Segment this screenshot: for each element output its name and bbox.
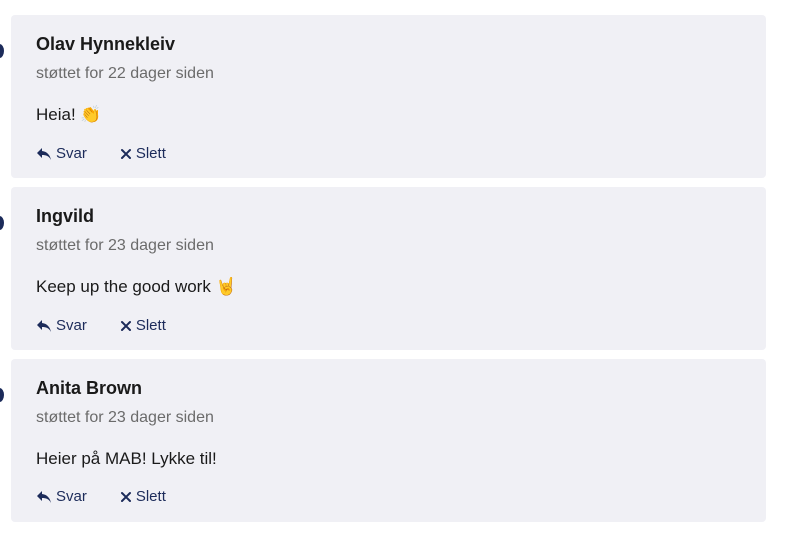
comment-message: Heia! — [36, 105, 76, 124]
reply-button[interactable]: Svar — [36, 144, 87, 164]
comment-author: Olav Hynnekleiv — [36, 34, 176, 54]
comment-text: Heia! 👏 — [36, 104, 741, 126]
comment-author: Anita Brown — [36, 378, 142, 398]
reply-button[interactable]: Svar — [36, 487, 87, 507]
delete-label: Slett — [135, 317, 166, 334]
delete-label: Slett — [135, 488, 166, 505]
reply-arrow-icon — [37, 491, 51, 503]
delete-label: Slett — [135, 145, 166, 162]
close-x-icon — [120, 149, 131, 159]
close-x-icon — [120, 321, 131, 331]
reply-label: Svar — [56, 488, 87, 505]
delete-button[interactable]: Slett — [120, 316, 166, 336]
delete-button[interactable]: Slett — [120, 144, 166, 164]
reply-label: Svar — [56, 317, 87, 334]
timeline-dot — [0, 388, 4, 402]
comment-time: støttet for 23 dager siden — [36, 409, 214, 426]
comments-list: Olav Hynnekleiv støttet for 22 dager sid… — [0, 0, 791, 539]
comment-message: Heier på MAB! Lykke til! — [36, 449, 217, 468]
comment-text: Keep up the good work 🤘 — [36, 276, 741, 298]
reply-button[interactable]: Svar — [36, 316, 87, 336]
delete-button[interactable]: Slett — [120, 487, 166, 507]
comment-message: Keep up the good work — [36, 277, 211, 296]
reply-arrow-icon — [37, 320, 51, 332]
comment-time: støttet for 23 dager siden — [36, 237, 214, 254]
comment-card: Ingvild støttet for 23 dager siden Keep … — [11, 187, 766, 350]
comment-card: Anita Brown støttet for 23 dager siden H… — [11, 359, 766, 522]
comment-author: Ingvild — [36, 206, 94, 226]
comment-time: støttet for 22 dager siden — [36, 65, 214, 82]
comment-actions: Svar Slett — [36, 316, 741, 336]
reply-label: Svar — [56, 145, 87, 162]
rock-on-hand-emoji: 🤘 — [215, 277, 237, 297]
timeline-dot — [0, 216, 4, 230]
timeline-dot — [0, 44, 4, 58]
comment-actions: Svar Slett — [36, 144, 741, 164]
comment-actions: Svar Slett — [36, 487, 741, 507]
comment-text: Heier på MAB! Lykke til! — [36, 448, 741, 469]
close-x-icon — [120, 492, 131, 502]
comment-card: Olav Hynnekleiv støttet for 22 dager sid… — [11, 15, 766, 178]
reply-arrow-icon — [37, 148, 51, 160]
clapping-hands-emoji: 👏 — [80, 105, 102, 125]
